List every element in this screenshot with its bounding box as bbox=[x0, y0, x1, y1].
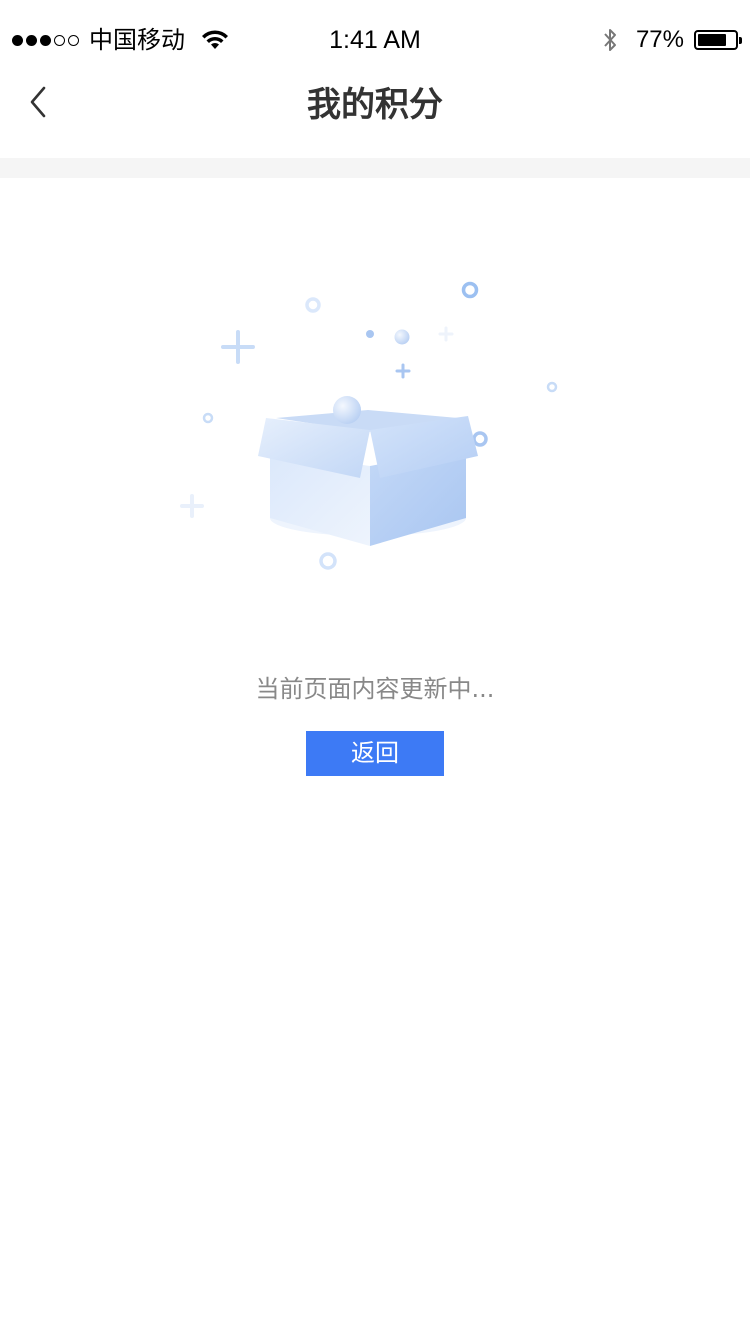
status-right: 77% bbox=[602, 22, 742, 58]
battery-fill bbox=[698, 34, 726, 46]
battery-icon bbox=[694, 30, 742, 50]
page-title: 我的积分 bbox=[307, 85, 443, 125]
battery-percent: 77% bbox=[635, 26, 684, 53]
section-divider bbox=[0, 158, 750, 178]
nav-bar: 我的积分 bbox=[0, 64, 750, 158]
screen: 中国移动 1:41 AM 77% 我的积分 当前页面内容更新中... 返回 bbox=[0, 0, 750, 1334]
return-button[interactable]: 返回 bbox=[306, 731, 444, 776]
open-box-icon bbox=[180, 281, 558, 570]
battery-cap bbox=[739, 37, 742, 44]
bluetooth-icon bbox=[604, 29, 616, 51]
empty-message: 当前页面内容更新中... bbox=[255, 675, 495, 703]
